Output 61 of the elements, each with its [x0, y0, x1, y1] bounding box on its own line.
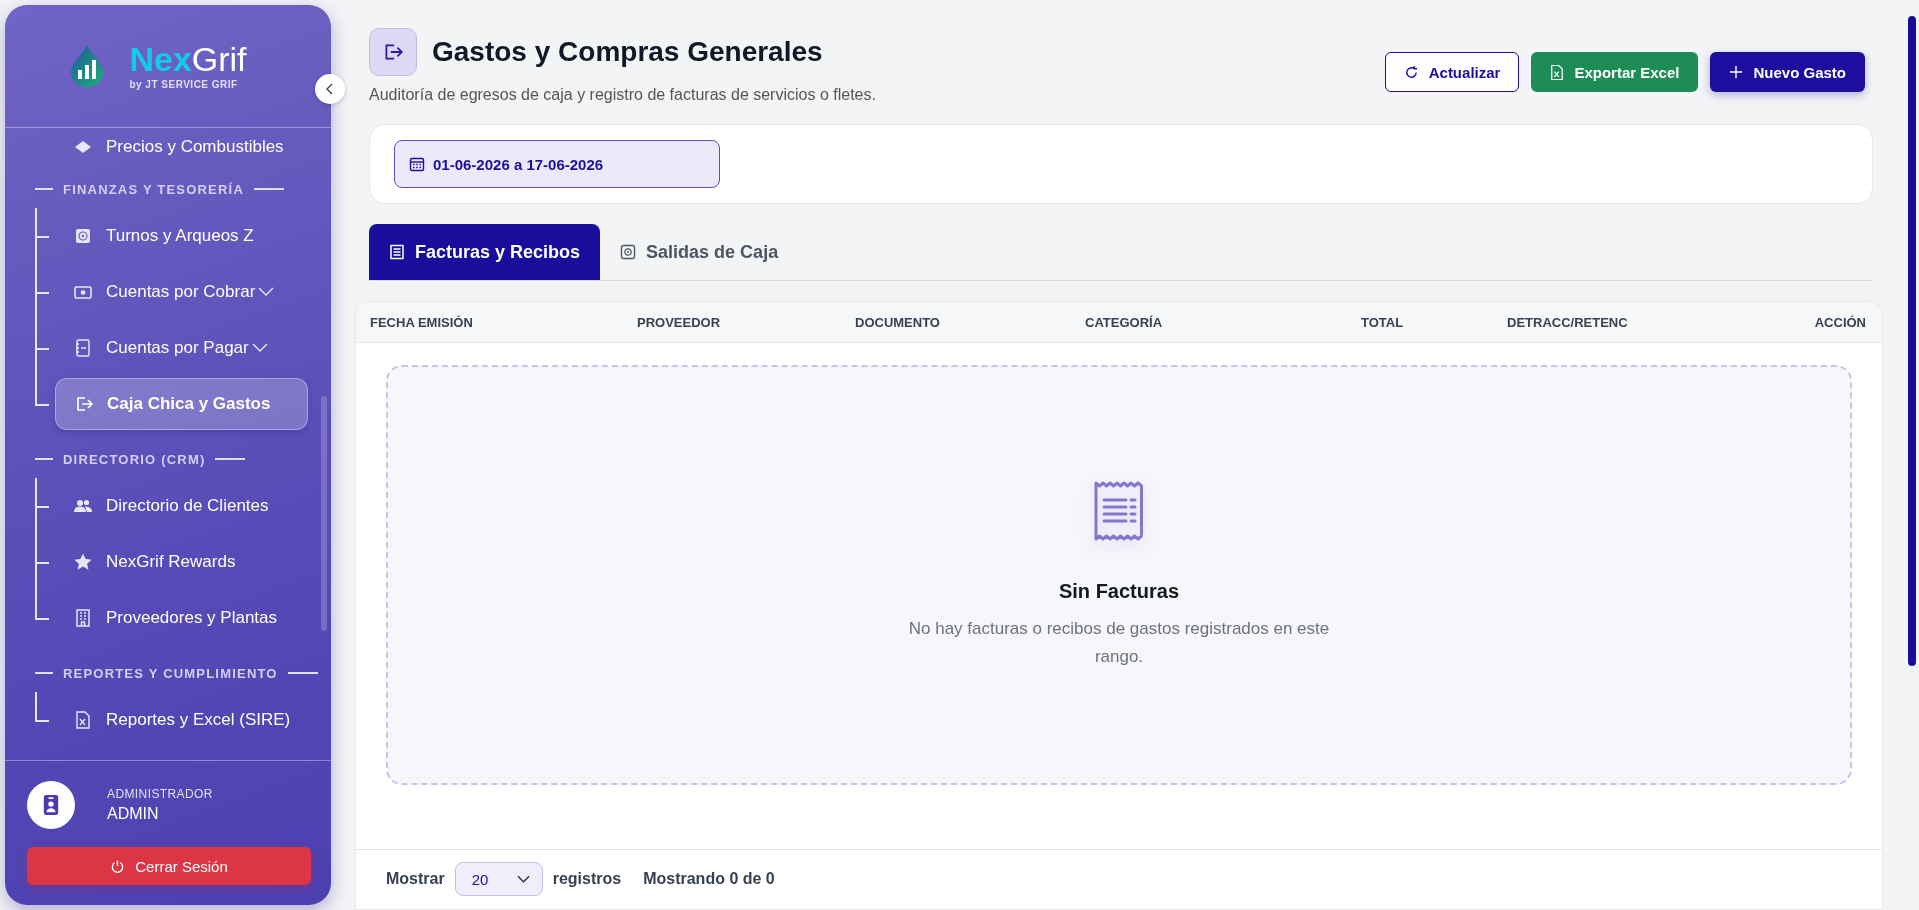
section-heading: FINANZAS Y TESORERÍA: [63, 181, 244, 197]
logout-button[interactable]: Cerrar Sesión: [27, 847, 311, 885]
empty-message: No hay facturas o recibos de gastos registrados en este rango.: [907, 618, 1331, 668]
records-label: registros: [552, 870, 622, 888]
nav-item[interactable]: Caja Chica y Gastos: [55, 378, 308, 430]
nav-item[interactable]: Precios y Combustibles: [55, 128, 300, 168]
column-header: DETRACC/RETENC: [1507, 314, 1629, 330]
nav-item[interactable]: Turnos y Arqueos Z: [55, 215, 270, 257]
page-size-select[interactable]: 20: [454, 862, 543, 896]
nav-item[interactable]: NexGrif Rewards: [55, 541, 252, 583]
collapse-sidebar-button[interactable]: [315, 74, 345, 104]
building-icon: [73, 608, 93, 628]
refresh-icon: [1403, 64, 1419, 80]
date-range-picker[interactable]: 01-06-2026 a 17-06-2026: [394, 140, 720, 188]
column-header: CATEGORÍA: [1085, 314, 1164, 330]
nav-item[interactable]: Cuentas por Pagar: [55, 327, 284, 369]
scrollbar-thumb[interactable]: [321, 396, 327, 631]
receipt-icon: [389, 244, 405, 260]
column-header: FECHA EMISIÓN: [370, 314, 474, 330]
chevron-down-icon: [516, 874, 530, 884]
star-icon: [73, 552, 93, 572]
receipt-icon: [1093, 480, 1145, 543]
safe-icon: [73, 226, 93, 246]
column-header: PROVEEDOR: [637, 314, 722, 330]
column-header: ACCIÓN: [1813, 314, 1866, 330]
empty-title: Sin Facturas: [1058, 580, 1179, 604]
show-label: Mostrar: [386, 870, 445, 888]
new-button[interactable]: Nuevo Gasto: [1710, 52, 1865, 92]
tab[interactable]: Salidas de Caja: [600, 224, 799, 280]
brand-name: NexGrif: [129, 42, 247, 76]
refresh-button[interactable]: Actualizar: [1384, 52, 1520, 92]
nav-item[interactable]: Reportes y Excel (SIRE): [55, 699, 307, 741]
spreadsheet-file-icon: [73, 710, 93, 730]
exit-icon: [369, 28, 417, 76]
records-summary: Mostrando 0 de 0: [643, 870, 775, 888]
user-role: ADMINISTRADOR: [107, 787, 213, 801]
chevron-down-icon: [251, 343, 268, 353]
column-header: TOTAL: [1361, 314, 1405, 330]
section-heading: REPORTES Y CUMPLIMIENTO: [63, 665, 278, 681]
page-subtitle: Auditoría de egresos de caja y registro de facturas de servicios o fletes.: [369, 86, 876, 104]
droplet-chart-icon: [69, 43, 106, 89]
scrollbar-thumb[interactable]: [1908, 16, 1916, 666]
chevron-down-icon: [258, 287, 275, 297]
user-name: ADMIN: [107, 805, 160, 823]
power-icon: [110, 858, 126, 874]
section-heading: DIRECTORIO (CRM): [63, 451, 206, 467]
nav-item[interactable]: Proveedores y Plantas: [55, 597, 294, 639]
id-badge-icon: [42, 794, 60, 816]
calendar-icon: [409, 156, 425, 172]
exit-icon: [74, 394, 94, 414]
spreadsheet-file-icon: [1550, 63, 1565, 81]
tab[interactable]: Facturas y Recibos: [369, 224, 601, 280]
plus-icon: [1729, 65, 1744, 79]
nav-item[interactable]: Cuentas por Cobrar: [55, 271, 291, 313]
safe-icon: [620, 244, 637, 260]
column-header: DOCUMENTO: [855, 314, 941, 330]
export-button[interactable]: Exportar Excel: [1531, 52, 1699, 92]
brand-tagline: by JT SERVICE GRIF: [129, 79, 239, 90]
page-title: Gastos y Compras Generales: [432, 36, 823, 68]
notebook-icon: [73, 338, 93, 358]
nav-item[interactable]: Directorio de Clientes: [55, 485, 285, 527]
